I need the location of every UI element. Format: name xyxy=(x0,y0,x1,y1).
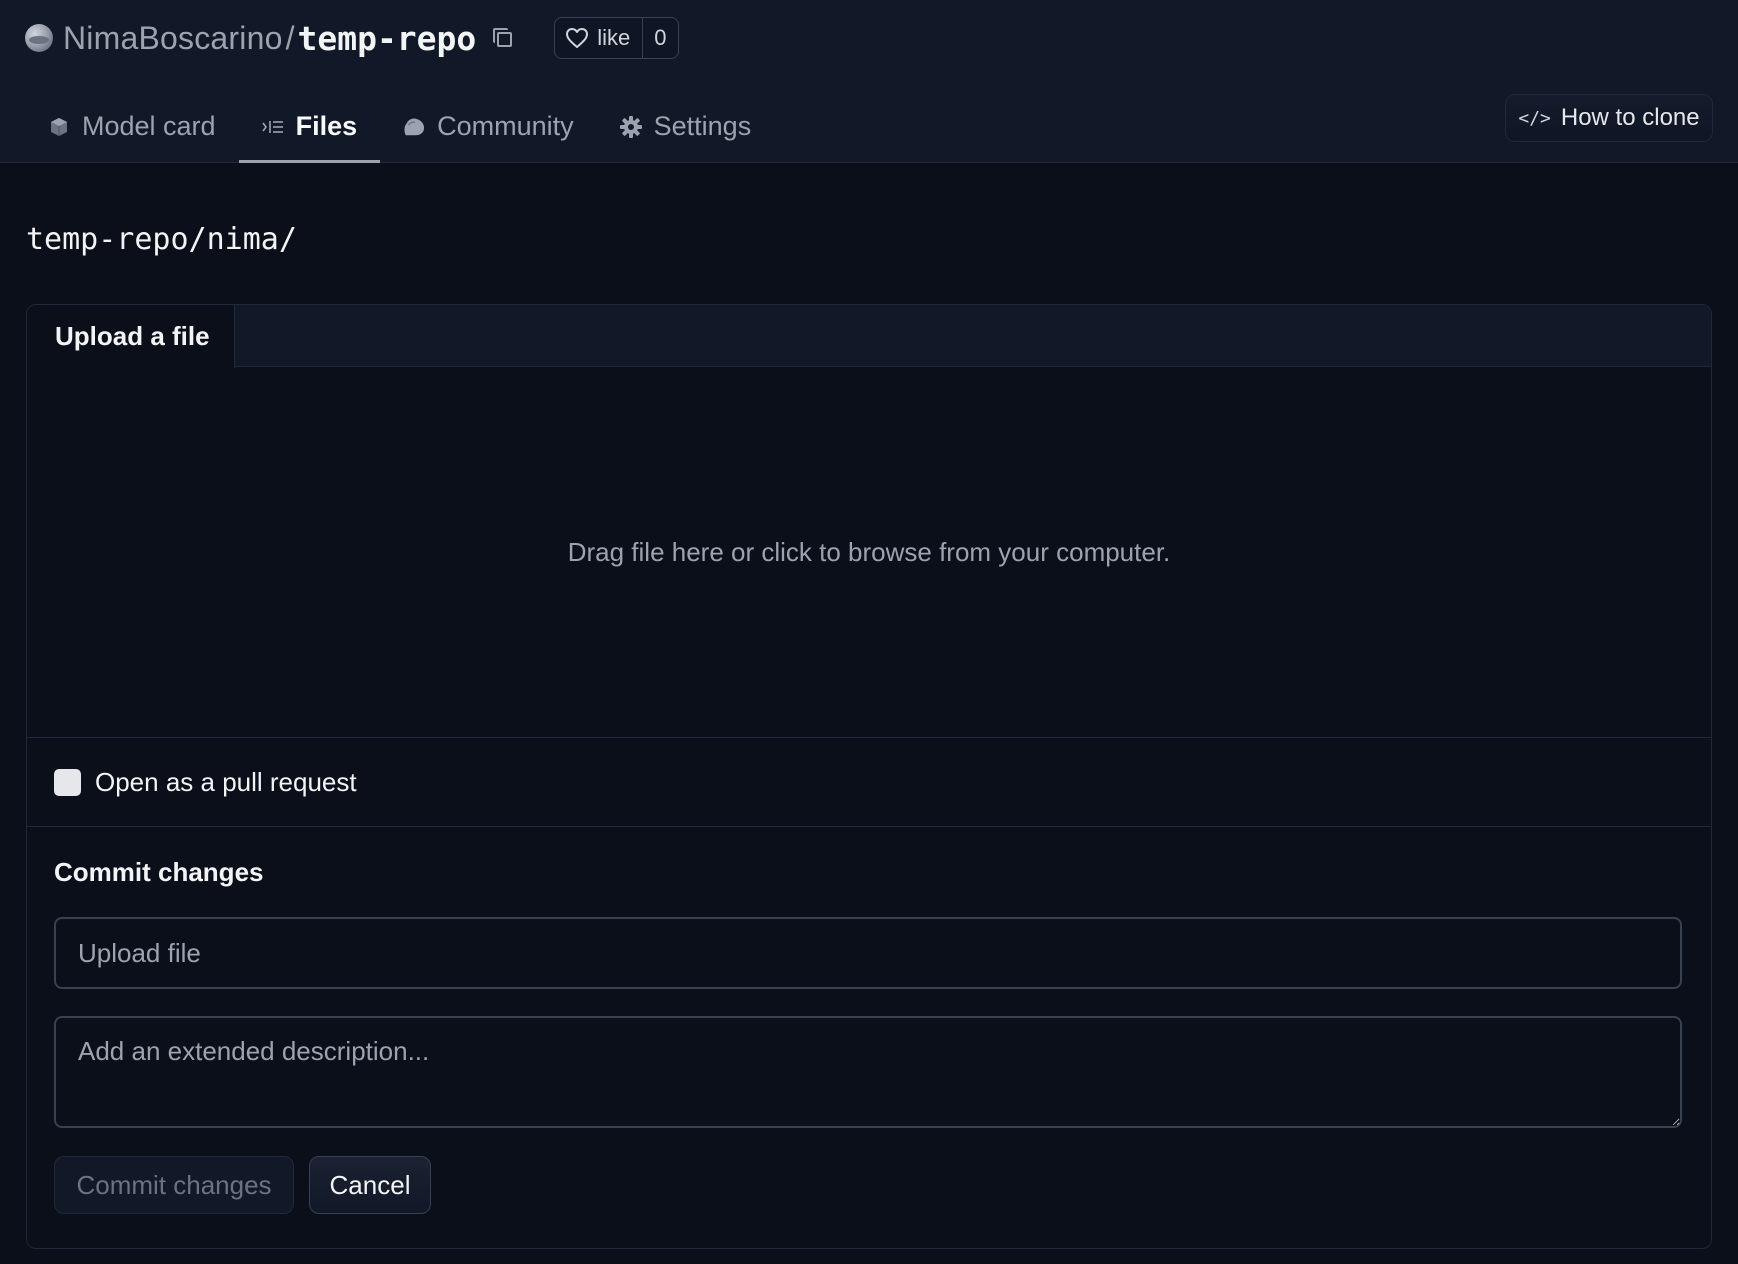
repo-name-link[interactable]: temp-repo xyxy=(297,19,476,58)
upload-tabbar: Upload a file xyxy=(27,305,1711,368)
pull-request-row: Open as a pull request xyxy=(27,738,1711,827)
breadcrumb: temp-repo/nima/ xyxy=(26,222,297,257)
heart-icon xyxy=(566,28,589,48)
tab-label: Settings xyxy=(653,111,752,141)
commit-summary-input[interactable] xyxy=(54,917,1682,989)
file-dropzone[interactable]: Drag file here or click to browse from y… xyxy=(27,367,1711,738)
repo-title-row: NimaBoscarino / temp-repo like 0 xyxy=(25,14,679,62)
commit-description-input[interactable] xyxy=(54,1016,1682,1128)
commit-section: Commit changes Commit changes Cancel xyxy=(27,857,1711,1214)
pull-request-checkbox[interactable] xyxy=(54,768,81,796)
cancel-button[interactable]: Cancel xyxy=(309,1156,431,1214)
pull-request-label[interactable]: Open as a pull request xyxy=(95,767,357,798)
code-icon: </> xyxy=(1518,107,1551,129)
copy-icon[interactable] xyxy=(490,25,516,51)
like-label: like xyxy=(597,25,631,50)
tab-label: Model card xyxy=(82,111,216,141)
commit-title: Commit changes xyxy=(54,857,264,887)
commit-changes-button[interactable]: Commit changes xyxy=(54,1156,294,1214)
model-card-icon xyxy=(48,116,70,138)
tab-label: Community xyxy=(437,111,574,141)
repo-separator: / xyxy=(285,19,295,56)
how-to-clone-button[interactable]: </> How to clone xyxy=(1505,94,1713,142)
avatar[interactable] xyxy=(25,24,53,52)
tab-community[interactable]: Community xyxy=(380,90,597,163)
like-group: like 0 xyxy=(554,17,679,59)
commit-buttons: Commit changes Cancel xyxy=(54,1156,1684,1214)
tab-upload-a-file[interactable]: Upload a file xyxy=(27,305,235,368)
tab-files[interactable]: Files xyxy=(238,90,381,163)
gear-icon xyxy=(619,115,642,138)
dropzone-text: Drag file here or click to browse from y… xyxy=(567,536,1171,567)
repo-header: NimaBoscarino / temp-repo like 0 Model c… xyxy=(0,0,1738,163)
tab-model-card[interactable]: Model card xyxy=(25,90,239,163)
like-count[interactable]: 0 xyxy=(642,18,677,58)
upload-card: Upload a file Drag file here or click to… xyxy=(26,304,1712,1249)
community-icon xyxy=(403,116,425,138)
tab-label: Files xyxy=(295,111,358,141)
tab-settings[interactable]: Settings xyxy=(597,90,775,163)
like-button[interactable]: like xyxy=(555,18,642,58)
files-icon xyxy=(261,116,284,138)
repo-owner-link[interactable]: NimaBoscarino xyxy=(63,20,283,57)
repo-tabs: Model card Files Community Settings xyxy=(25,90,774,163)
how-to-clone-label: How to clone xyxy=(1560,104,1700,131)
